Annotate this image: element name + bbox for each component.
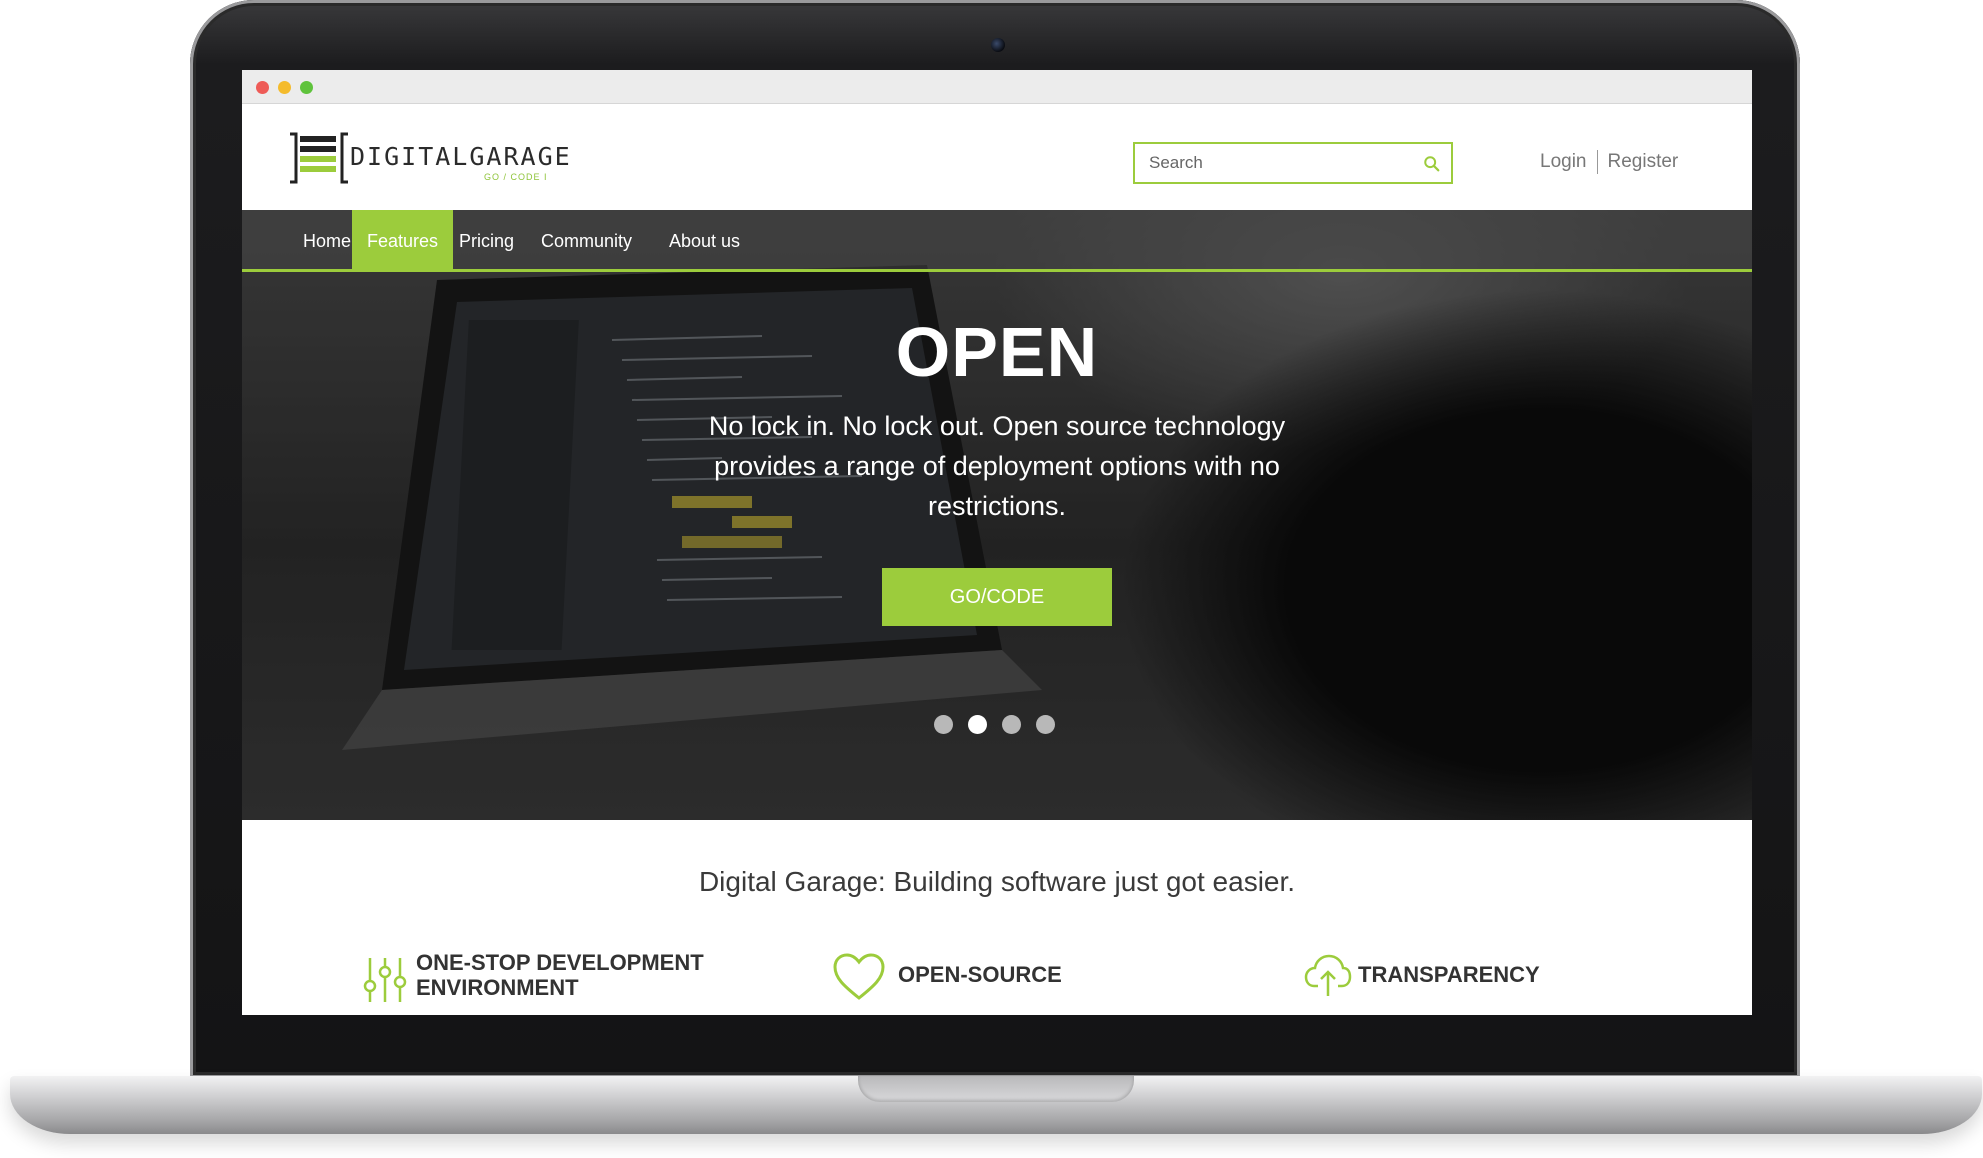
maximize-window-button[interactable] xyxy=(300,81,313,94)
section-tagline: Digital Garage: Building software just g… xyxy=(698,866,1296,897)
cloud-upload-icon xyxy=(1304,954,1352,996)
minimize-window-button[interactable] xyxy=(278,81,291,94)
laptop-notch xyxy=(858,1076,1134,1102)
feature-one-stop-title: ONE-STOP DEVELOPMENT ENVIRONMENT xyxy=(416,950,704,1000)
close-window-button[interactable] xyxy=(256,81,269,94)
nav-item-about-us[interactable]: About us xyxy=(654,210,755,272)
search-input[interactable] xyxy=(1135,144,1405,182)
feature-one-stop: ONE-STOP DEVELOPMENT ENVIRONMENT xyxy=(362,950,722,1010)
sliders-icon xyxy=(363,958,407,1002)
carousel-dot-4[interactable] xyxy=(1036,715,1055,734)
auth-links: Login Register xyxy=(1540,150,1678,174)
garage-logo-icon xyxy=(290,132,348,184)
browser-chrome xyxy=(242,70,1752,104)
hero-carousel: Home Features Pricing Community About us… xyxy=(242,210,1752,820)
search-box xyxy=(1133,142,1453,184)
feature-transparency: TRANSPARENCY xyxy=(1304,950,1564,1010)
carousel-dot-3[interactable] xyxy=(1002,715,1021,734)
heart-icon xyxy=(833,953,885,1000)
feature-transparency-title: TRANSPARENCY xyxy=(1358,962,1540,987)
brand-name: DIGITALGARAGE xyxy=(350,142,572,171)
feature-open-source: OPEN-SOURCE xyxy=(832,950,1092,1010)
feature-open-source-title: OPEN-SOURCE xyxy=(898,962,1062,987)
site-logo[interactable]: DIGITALGARAGE GO / CODE I xyxy=(288,132,570,188)
site-header: DIGITALGARAGE GO / CODE I Login Register xyxy=(242,104,1752,210)
auth-divider xyxy=(1596,150,1598,174)
carousel-dot-1[interactable] xyxy=(934,715,953,734)
main-nav: Home Features Pricing Community About us xyxy=(242,210,1752,272)
register-link[interactable]: Register xyxy=(1608,151,1679,172)
go-code-button[interactable]: GO/CODE xyxy=(882,568,1112,626)
browser-screen: DIGITALGARAGE GO / CODE I Login Register xyxy=(242,70,1752,1015)
carousel-dot-2[interactable] xyxy=(968,715,987,734)
nav-item-community[interactable]: Community xyxy=(526,210,647,272)
hero-title: OPEN xyxy=(895,313,1099,391)
camera-icon xyxy=(991,38,1005,52)
hero-description: No lock in. No lock out. Open source tec… xyxy=(708,411,1286,521)
brand-tagline: GO / CODE I xyxy=(484,172,548,182)
nav-item-pricing[interactable]: Pricing xyxy=(444,210,529,272)
nav-item-features[interactable]: Features xyxy=(352,210,454,272)
search-icon[interactable] xyxy=(1423,155,1441,173)
login-link[interactable]: Login xyxy=(1540,151,1587,172)
